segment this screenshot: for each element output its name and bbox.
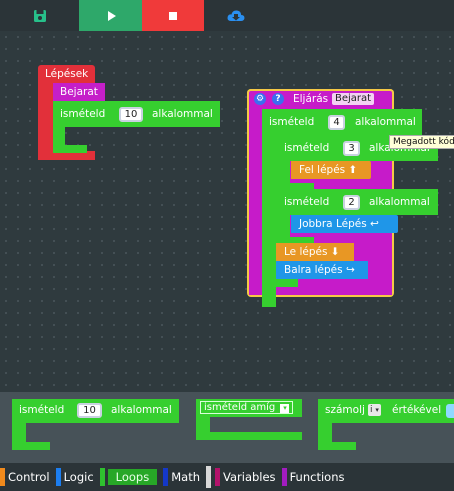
- category-label: Variables: [223, 470, 276, 484]
- block-workspace[interactable]: Lépések Bejarat ismételd 10 alkalommal ⚙…: [0, 31, 454, 392]
- while-dropdown-label: ismételd amíg: [204, 402, 276, 413]
- category-label: Loops: [107, 469, 158, 485]
- left-step-label: Balra lépés ↪: [284, 264, 355, 276]
- procedure-name-field[interactable]: Bejarat: [332, 93, 375, 105]
- flyout-count-suffix: értékével: [392, 404, 442, 416]
- flyout-count-prefix: számolj: [325, 404, 365, 416]
- steps-repeat-count[interactable]: 10: [119, 107, 143, 122]
- up-step-label: Fel lépés ⬆: [299, 164, 358, 176]
- bejarat-call-label: Bejarat: [60, 86, 98, 98]
- category-logic[interactable]: Logic: [55, 468, 94, 486]
- category-label: Control: [8, 470, 50, 484]
- outer-repeat-prefix: ismételd: [269, 116, 315, 128]
- outer-repeat-suffix: alkalommal: [355, 116, 416, 128]
- outer-repeat-count[interactable]: 4: [328, 115, 345, 130]
- chevron-down-icon: ▾: [375, 406, 379, 414]
- inner-repeat-1-prefix: ismételd: [284, 142, 330, 154]
- block-tooltip: Megadott kódr: [389, 135, 454, 149]
- stop-button[interactable]: [142, 0, 204, 31]
- gear-icon[interactable]: ⚙: [254, 93, 266, 105]
- category-divider: [206, 466, 211, 488]
- inner-repeat-2-suffix: alkalommal: [369, 196, 430, 208]
- category-label: Math: [171, 470, 200, 484]
- inner-repeat-2-prefix: ismételd: [284, 196, 330, 208]
- download-button[interactable]: [204, 0, 268, 31]
- save-button[interactable]: [0, 0, 79, 31]
- category-label: Logic: [63, 470, 94, 484]
- flyout-repeat-count[interactable]: 10: [77, 403, 102, 418]
- chevron-down-icon: ▾: [280, 404, 290, 413]
- steps-block-title: Lépések: [45, 68, 89, 80]
- steps-repeat-prefix: ismételd: [60, 108, 106, 120]
- category-swatch: [215, 468, 220, 486]
- inner-repeat-2-count[interactable]: 2: [343, 195, 360, 210]
- play-icon: [107, 10, 116, 21]
- count-value-input[interactable]: [446, 404, 454, 418]
- category-functions[interactable]: Functions: [281, 468, 345, 486]
- category-swatch: [55, 468, 61, 486]
- category-loops[interactable]: Loops: [99, 468, 158, 486]
- help-icon[interactable]: ?: [272, 93, 284, 105]
- stop-icon: [169, 11, 177, 20]
- category-bar: Control Logic Loops Math Variables Funct…: [0, 463, 454, 491]
- procedure-header-label: Eljárás: [293, 93, 329, 105]
- category-variables[interactable]: Variables: [215, 468, 276, 486]
- run-button[interactable]: [79, 0, 142, 31]
- category-label: Functions: [289, 470, 345, 484]
- category-swatch: [0, 468, 5, 486]
- flyout-repeat-prefix: ismételd: [19, 404, 65, 416]
- inner-repeat-1-count[interactable]: 3: [343, 141, 360, 156]
- toolbar: [0, 0, 454, 31]
- steps-repeat-suffix: alkalommal: [152, 108, 213, 120]
- count-variable-label: i: [370, 405, 373, 415]
- category-math[interactable]: Math: [163, 468, 200, 486]
- down-step-label: Le lépés ⬇: [284, 246, 340, 258]
- category-swatch: [281, 468, 287, 486]
- category-control[interactable]: Control: [0, 468, 50, 486]
- cloud-download-icon: [227, 9, 245, 21]
- flyout-repeat-suffix: alkalommal: [111, 404, 172, 416]
- category-swatch: [163, 468, 169, 486]
- count-variable-dropdown[interactable]: i ▾: [368, 404, 381, 416]
- toolbox-flyout[interactable]: ismételd 10 alkalommal ismételd amíg ▾ s…: [0, 392, 454, 463]
- category-swatch: [99, 468, 105, 486]
- right-step-label: Jobbra Lépés ↩: [299, 218, 379, 230]
- floppy-disk-icon: [33, 9, 46, 22]
- while-dropdown[interactable]: ismételd amíg ▾: [200, 401, 294, 414]
